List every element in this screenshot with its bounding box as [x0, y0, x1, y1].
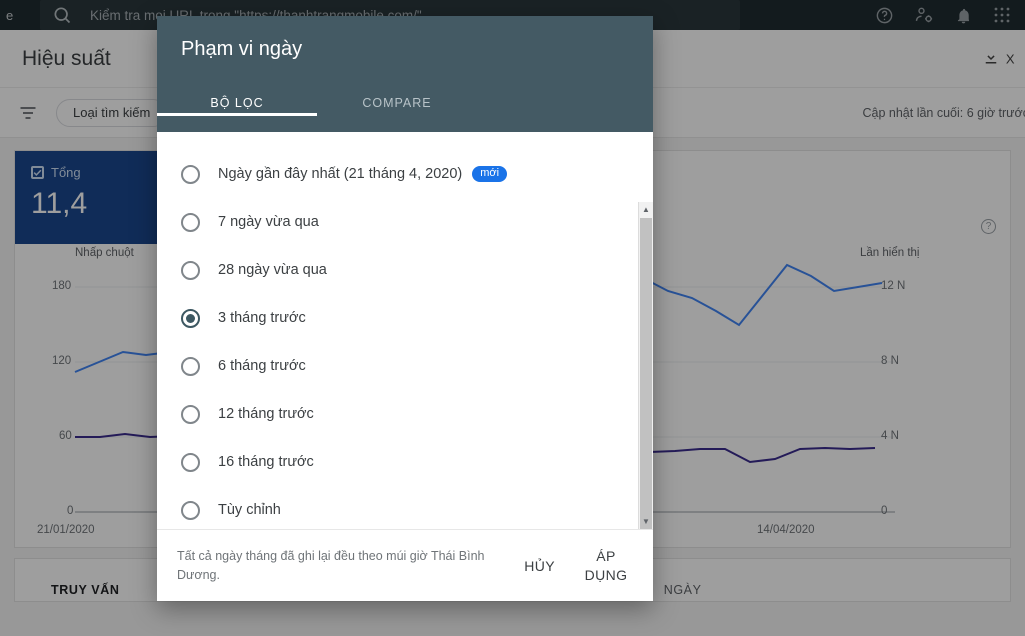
radio-icon[interactable] — [181, 260, 200, 280]
tab-compare[interactable]: COMPARE — [317, 90, 477, 110]
option-label: 6 tháng trước — [218, 358, 306, 374]
radio-icon[interactable] — [181, 356, 200, 376]
date-range-dialog: Phạm vi ngày BỘ LỌC COMPARE Ngày gần đây… — [157, 16, 653, 601]
dialog-scrollbar[interactable]: ▲ ▼ — [638, 202, 653, 529]
radio-icon[interactable] — [181, 500, 200, 520]
dialog-footer: Tất cả ngày tháng đã ghi lại đều theo mú… — [157, 529, 653, 601]
option-label: Ngày gần đây nhất (21 tháng 4, 2020) — [218, 166, 463, 182]
chevron-up-icon[interactable]: ▲ — [639, 202, 653, 217]
radio-icon[interactable] — [181, 452, 200, 472]
option-last-16-months[interactable]: 16 tháng trước — [157, 438, 653, 486]
timezone-note: Tất cả ngày tháng đã ghi lại đều theo mú… — [177, 548, 485, 582]
cancel-button[interactable]: HỦY — [524, 558, 555, 574]
radio-icon[interactable] — [181, 164, 200, 184]
radio-icon[interactable] — [181, 212, 200, 232]
option-label: 3 tháng trước — [218, 310, 306, 326]
radio-icon[interactable] — [181, 404, 200, 424]
option-last-6-months[interactable]: 6 tháng trước — [157, 342, 653, 390]
dialog-body: Ngày gần đây nhất (21 tháng 4, 2020) mới… — [157, 132, 653, 529]
option-latest-date[interactable]: Ngày gần đây nhất (21 tháng 4, 2020) mới — [157, 150, 653, 198]
scrollbar-thumb[interactable] — [640, 218, 652, 529]
new-badge: mới — [472, 166, 508, 182]
date-range-options: Ngày gần đây nhất (21 tháng 4, 2020) mới… — [157, 132, 653, 529]
option-custom[interactable]: Tùy chỉnh — [157, 486, 653, 529]
option-last-3-months[interactable]: 3 tháng trước — [157, 294, 653, 342]
option-label: 16 tháng trước — [218, 454, 314, 470]
dialog-tabs: BỘ LỌC COMPARE — [157, 90, 653, 132]
option-label: 7 ngày vừa qua — [218, 214, 319, 230]
apply-button[interactable]: ÁP DỤNG — [577, 547, 635, 585]
dialog-title: Phạm vi ngày — [181, 38, 303, 60]
option-label: 12 tháng trước — [218, 406, 314, 422]
tab-filter[interactable]: BỘ LỌC — [157, 90, 317, 116]
option-label: 28 ngày vừa qua — [218, 262, 327, 278]
option-label: Tùy chỉnh — [218, 502, 281, 518]
chevron-down-icon[interactable]: ▼ — [639, 514, 653, 529]
dialog-actions: HỦY ÁP DỤNG — [524, 547, 635, 585]
option-last-12-months[interactable]: 12 tháng trước — [157, 390, 653, 438]
dialog-header: Phạm vi ngày BỘ LỌC COMPARE — [157, 16, 653, 132]
radio-selected-icon[interactable] — [181, 308, 200, 328]
option-last-28-days[interactable]: 28 ngày vừa qua — [157, 246, 653, 294]
option-last-7-days[interactable]: 7 ngày vừa qua — [157, 198, 653, 246]
